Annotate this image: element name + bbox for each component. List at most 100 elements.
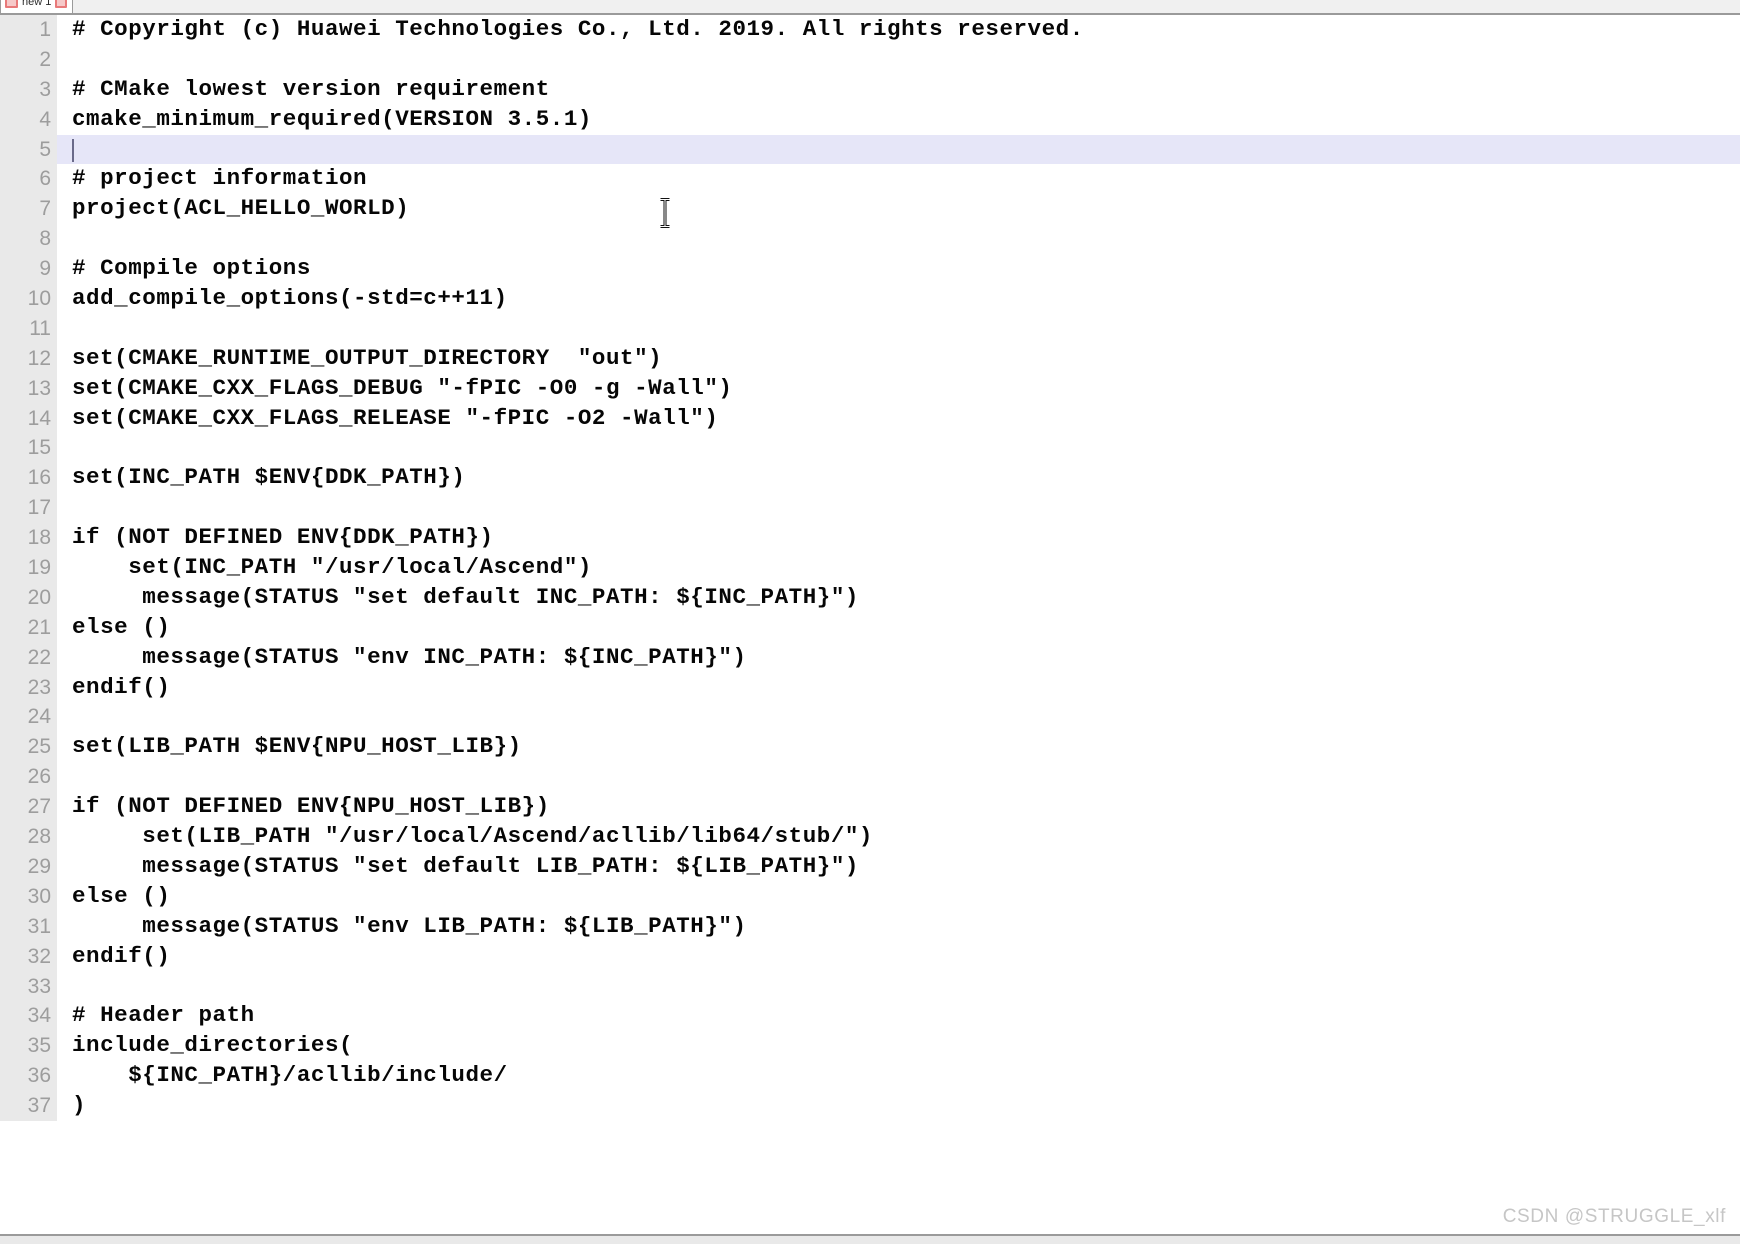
code-line[interactable]: 8 <box>0 224 1740 255</box>
code-line-text[interactable]: add_compile_options(-std=c++11) <box>57 284 1740 314</box>
line-number: 25 <box>0 732 57 763</box>
code-line[interactable]: 22 message(STATUS "env INC_PATH: ${INC_P… <box>0 642 1740 673</box>
code-line[interactable]: 1 # Copyright (c) Huawei Technologies Co.… <box>0 15 1740 45</box>
code-line[interactable]: 29 message(STATUS "set default LIB_PATH:… <box>0 851 1740 882</box>
line-number: 12 <box>0 343 57 374</box>
line-number: 7 <box>0 194 57 225</box>
line-number: 13 <box>0 373 57 404</box>
code-line[interactable]: 6 # project information <box>0 164 1740 195</box>
code-line[interactable]: 30 else () <box>0 881 1740 912</box>
code-line[interactable]: 26 <box>0 762 1740 793</box>
code-line-text[interactable]: endif() <box>57 673 1740 703</box>
code-line-text[interactable]: ) <box>57 1091 1740 1121</box>
code-line-text[interactable]: set(INC_PATH "/usr/local/Ascend") <box>57 553 1740 583</box>
line-number: 1 <box>0 15 57 45</box>
code-line[interactable]: 33 <box>0 971 1740 1002</box>
code-line-text[interactable]: message(STATUS "env LIB_PATH: ${LIB_PATH… <box>57 912 1740 942</box>
code-line-text[interactable]: # project information <box>57 164 1740 194</box>
line-number: 2 <box>0 44 57 75</box>
code-line[interactable]: 28 set(LIB_PATH "/usr/local/Ascend/aclli… <box>0 822 1740 852</box>
code-line-text[interactable]: set(CMAKE_CXX_FLAGS_RELEASE "-fPIC -O2 -… <box>57 404 1740 434</box>
line-number: 18 <box>0 523 57 554</box>
close-icon[interactable] <box>55 0 68 8</box>
code-line-text[interactable]: set(INC_PATH $ENV{DDK_PATH}) <box>57 463 1740 493</box>
code-line-text[interactable]: ${INC_PATH}/acllib/include/ <box>57 1061 1740 1091</box>
code-line[interactable]: 7 project(ACL_HELLO_WORLD) <box>0 194 1740 225</box>
line-number: 6 <box>0 164 57 195</box>
code-line[interactable]: 37) <box>0 1091 1740 1121</box>
code-line-text[interactable]: message(STATUS "set default INC_PATH: ${… <box>57 583 1740 613</box>
code-line[interactable]: 9 # Compile options <box>0 254 1740 285</box>
code-line[interactable]: 15 <box>0 433 1740 464</box>
code-line-text[interactable]: if (NOT DEFINED ENV{DDK_PATH}) <box>57 523 1740 553</box>
code-line[interactable]: 12 set(CMAKE_RUNTIME_OUTPUT_DIRECTORY "ou… <box>0 343 1740 374</box>
line-number: 31 <box>0 911 57 942</box>
line-number: 27 <box>0 792 57 823</box>
code-line[interactable]: 4 cmake_minimum_required(VERSION 3.5.1) <box>0 104 1740 135</box>
line-number: 19 <box>0 553 57 583</box>
code-line[interactable]: 36 ${INC_PATH}/acllib/include/ <box>0 1061 1740 1092</box>
line-number: 23 <box>0 672 57 703</box>
code-line-text[interactable]: if (NOT DEFINED ENV{NPU_HOST_LIB}) <box>57 792 1740 822</box>
line-number: 21 <box>0 612 57 643</box>
code-line[interactable]: 16 set(INC_PATH $ENV{DDK_PATH}) <box>0 463 1740 494</box>
line-number: 20 <box>0 582 57 613</box>
code-line-text[interactable]: else () <box>57 613 1740 643</box>
code-line-text[interactable]: set(LIB_PATH $ENV{NPU_HOST_LIB}) <box>57 732 1740 762</box>
code-line-text[interactable]: set(CMAKE_RUNTIME_OUTPUT_DIRECTORY "out"… <box>57 344 1740 374</box>
line-number: 29 <box>0 851 57 882</box>
code-line-text[interactable]: # Compile options <box>57 254 1740 284</box>
code-line[interactable]: 35 include_directories( <box>0 1031 1740 1062</box>
code-line[interactable]: 10 add_compile_options(-std=c++11) <box>0 284 1740 314</box>
code-line[interactable]: 31 message(STATUS "env LIB_PATH: ${LIB_P… <box>0 911 1740 942</box>
code-line[interactable]: 5 <box>0 134 1740 165</box>
line-number: 22 <box>0 642 57 673</box>
code-line-text[interactable]: cmake_minimum_required(VERSION 3.5.1) <box>57 105 1740 135</box>
code-line[interactable]: 14 set(CMAKE_CXX_FLAGS_RELEASE "-fPIC -O2… <box>0 403 1740 434</box>
code-line[interactable]: 24 <box>0 702 1740 733</box>
line-number: 17 <box>0 493 57 524</box>
code-line-text[interactable]: message(STATUS "set default LIB_PATH: ${… <box>57 852 1740 882</box>
code-line[interactable]: 11 <box>0 313 1740 344</box>
code-line[interactable]: 3 # CMake lowest version requirement <box>0 74 1740 105</box>
code-line-text[interactable]: # Header path <box>57 1001 1740 1031</box>
line-number: 11 <box>0 313 57 344</box>
code-line-text[interactable]: else () <box>57 882 1740 912</box>
code-line-text[interactable]: # Copyright (c) Huawei Technologies Co.,… <box>57 15 1740 45</box>
code-line[interactable]: 25 set(LIB_PATH $ENV{NPU_HOST_LIB}) <box>0 732 1740 763</box>
code-line[interactable]: 19 set(INC_PATH "/usr/local/Ascend") <box>0 553 1740 583</box>
code-line[interactable]: 34 # Header path <box>0 1001 1740 1032</box>
line-number: 37 <box>0 1091 57 1121</box>
code-line-text[interactable]: set(LIB_PATH "/usr/local/Ascend/acllib/l… <box>57 822 1740 852</box>
code-line-text[interactable]: endif() <box>57 942 1740 972</box>
code-line-text[interactable]: message(STATUS "env INC_PATH: ${INC_PATH… <box>57 643 1740 673</box>
code-line[interactable]: 27 if (NOT DEFINED ENV{NPU_HOST_LIB}) <box>0 792 1740 823</box>
editor-window: new 1 1 # Copyright (c) Huawei Technologi… <box>0 0 1740 1244</box>
code-line[interactable]: 2 <box>0 44 1740 75</box>
code-line[interactable]: 21 else () <box>0 612 1740 643</box>
code-line[interactable]: 18 if (NOT DEFINED ENV{DDK_PATH}) <box>0 523 1740 554</box>
line-number: 24 <box>0 702 57 733</box>
status-strip <box>0 1234 1740 1244</box>
code-line-text[interactable]: include_directories( <box>57 1031 1740 1061</box>
code-line[interactable]: 20 message(STATUS "set default INC_PATH:… <box>0 582 1740 613</box>
line-number: 10 <box>0 284 57 314</box>
line-number: 3 <box>0 74 57 105</box>
line-number: 35 <box>0 1031 57 1062</box>
code-line-text[interactable]: # CMake lowest version requirement <box>57 75 1740 105</box>
file-icon <box>5 0 18 8</box>
watermark: CSDN @STRUGGLE_xlf <box>1502 1206 1726 1227</box>
code-line-text[interactable]: project(ACL_HELLO_WORLD) <box>57 194 1740 224</box>
code-area[interactable]: 1 # Copyright (c) Huawei Technologies Co.… <box>0 15 1740 1121</box>
line-number: 14 <box>0 403 57 434</box>
code-editor[interactable]: 1 # Copyright (c) Huawei Technologies Co.… <box>0 15 1740 1244</box>
code-line-text[interactable]: set(CMAKE_CXX_FLAGS_DEBUG "-fPIC -O0 -g … <box>57 374 1740 404</box>
line-number: 36 <box>0 1061 57 1092</box>
tab-new-1[interactable]: new 1 <box>0 0 74 13</box>
code-line[interactable]: 23 endif() <box>0 672 1740 703</box>
code-line[interactable]: 13 set(CMAKE_CXX_FLAGS_DEBUG "-fPIC -O0 -… <box>0 373 1740 404</box>
code-line[interactable]: 32 endif() <box>0 941 1740 972</box>
text-caret <box>72 138 74 162</box>
code-line[interactable]: 17 <box>0 493 1740 524</box>
line-number: 34 <box>0 1001 57 1032</box>
